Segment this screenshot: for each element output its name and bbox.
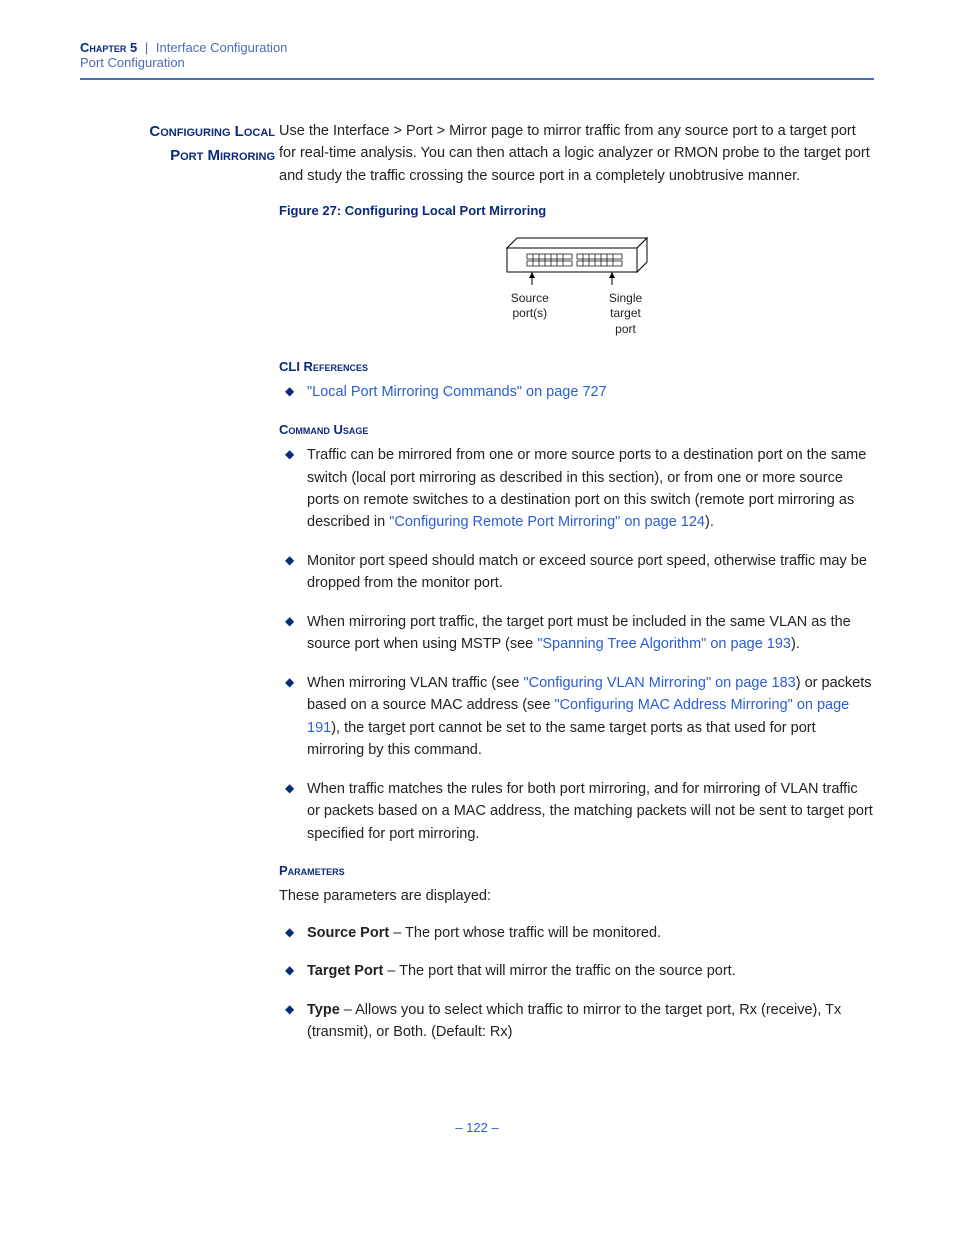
list-item: "Local Port Mirroring Commands" on page …	[279, 381, 874, 403]
intro-paragraph: Use the Interface > Port > Mirror page t…	[279, 120, 874, 187]
usage-text: ).	[791, 636, 800, 652]
figure-labels: Source port(s) Single target port	[497, 291, 657, 338]
list-item: Target Port – The port that will mirror …	[279, 960, 874, 982]
header-top-line: Chapter 5 | Interface Configuration	[80, 40, 874, 55]
parameters-list: Source Port – The port whose traffic wil…	[279, 922, 874, 1044]
usage-text: ).	[705, 514, 714, 530]
command-usage-list: Traffic can be mirrored from one or more…	[279, 444, 874, 845]
header-separator: |	[145, 40, 148, 55]
margin-heading: Configuring Local Port Mirroring	[80, 120, 279, 168]
list-item: When mirroring port traffic, the target …	[279, 611, 874, 656]
header-section: Interface Configuration	[156, 40, 288, 55]
usage-text: When mirroring VLAN traffic (see	[307, 675, 524, 691]
content-row: Configuring Local Port Mirroring Use the…	[80, 120, 874, 1060]
page-header: Chapter 5 | Interface Configuration Port…	[80, 40, 874, 80]
usage-text: ), the target port cannot be set to the …	[307, 720, 816, 758]
fig-label-right-2: target	[610, 306, 641, 320]
parameters-intro: These parameters are displayed:	[279, 885, 874, 907]
fig-label-right-1: Single	[609, 291, 642, 305]
param-desc: – The port whose traffic will be monitor…	[389, 925, 661, 941]
fig-label-left-2: port(s)	[512, 306, 547, 320]
parameters-heading: Parameters	[279, 861, 874, 881]
fig-label-left-1: Source	[511, 291, 549, 305]
page-content: Chapter 5 | Interface Configuration Port…	[0, 0, 954, 1195]
figure-diagram: Source port(s) Single target port	[279, 230, 874, 338]
header-subsection: Port Configuration	[80, 55, 874, 70]
margin-heading-line1: Configuring Local	[149, 123, 275, 140]
header-chapter: Chapter 5	[80, 40, 137, 55]
cross-reference-link[interactable]: "Configuring Remote Port Mirroring" on p…	[389, 514, 705, 530]
list-item: Monitor port speed should match or excee…	[279, 550, 874, 595]
param-desc: – The port that will mirror the traffic …	[383, 963, 735, 979]
param-term: Type	[307, 1002, 340, 1018]
main-column: Use the Interface > Port > Mirror page t…	[279, 120, 874, 1060]
param-term: Target Port	[307, 963, 383, 979]
usage-text: Monitor port speed should match or excee…	[307, 553, 867, 591]
cross-reference-link[interactable]: "Spanning Tree Algorithm" on page 193	[537, 636, 791, 652]
cross-reference-link[interactable]: "Configuring VLAN Mirroring" on page 183	[524, 675, 796, 691]
list-item: Traffic can be mirrored from one or more…	[279, 444, 874, 534]
param-term: Source Port	[307, 925, 389, 941]
param-desc: – Allows you to select which traffic to …	[307, 1002, 841, 1040]
figure-caption: Figure 27: Configuring Local Port Mirror…	[279, 201, 874, 221]
switch-icon	[497, 230, 657, 285]
list-item: When traffic matches the rules for both …	[279, 778, 874, 845]
fig-label-right-3: port	[615, 322, 636, 336]
page-number: – 122 –	[80, 1120, 874, 1135]
list-item: When mirroring VLAN traffic (see "Config…	[279, 672, 874, 762]
list-item: Source Port – The port whose traffic wil…	[279, 922, 874, 944]
usage-text: When traffic matches the rules for both …	[307, 781, 873, 842]
command-usage-heading: Command Usage	[279, 420, 874, 440]
cli-references-heading: CLI References	[279, 357, 874, 377]
margin-heading-line2: Port Mirroring	[170, 147, 275, 164]
cli-references-list: "Local Port Mirroring Commands" on page …	[279, 381, 874, 403]
list-item: Type – Allows you to select which traffi…	[279, 999, 874, 1044]
cli-reference-link[interactable]: "Local Port Mirroring Commands" on page …	[307, 384, 607, 400]
